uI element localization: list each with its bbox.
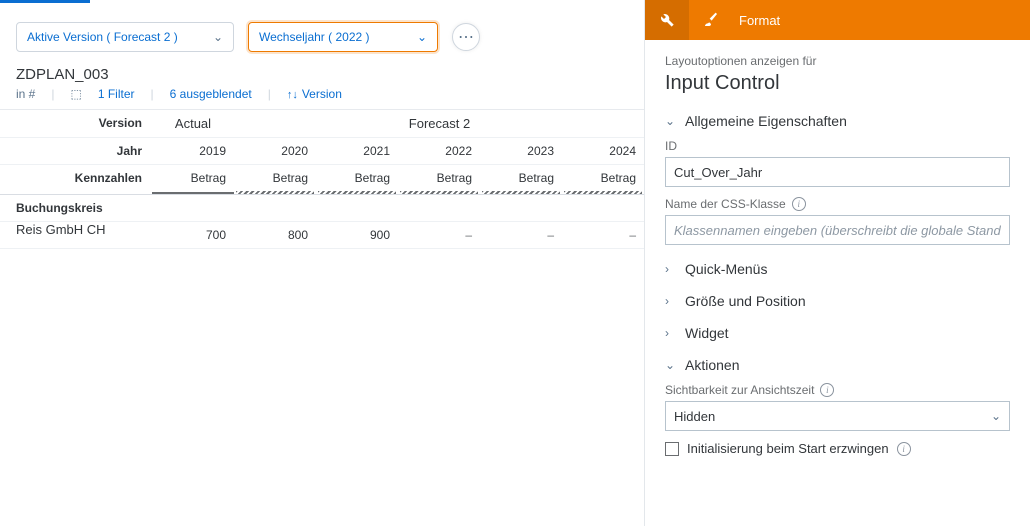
- meta-version-sort[interactable]: ↑↓Version: [287, 87, 342, 101]
- brush-icon: [703, 12, 719, 28]
- tab-tools[interactable]: [645, 0, 689, 40]
- filter-chip-row: Aktive Version ( Forecast 2 ) ⌄ Wechselj…: [0, 22, 645, 52]
- format-label: Format: [739, 13, 780, 28]
- panel-header: Format: [645, 0, 1030, 40]
- control-title: Input Control: [665, 72, 1010, 95]
- init-checkbox-label: Initialisierung beim Start erzwingen: [687, 441, 889, 456]
- section-size-position-header[interactable]: › Größe und Position: [665, 293, 1010, 309]
- grid-header-year: Jahr 2019 2020 2021 2022 2023 2024: [0, 138, 645, 165]
- id-field-label: ID: [665, 139, 1010, 153]
- more-options-button[interactable]: ⋯: [452, 23, 480, 51]
- chevron-down-icon: ⌄: [991, 409, 1001, 423]
- info-icon[interactable]: i: [820, 383, 834, 397]
- css-field-label: Name der CSS-Klasse i: [665, 197, 1010, 211]
- visibility-select-value: Hidden: [674, 409, 715, 424]
- css-class-input[interactable]: [665, 215, 1010, 245]
- chip-switch-year-label: Wechseljahr ( 2022 ): [259, 30, 370, 44]
- grid-header-version-label: Version: [0, 110, 152, 137]
- layout-for-label: Layoutoptionen anzeigen für: [665, 54, 1010, 68]
- dots-icon: ⋯: [458, 27, 474, 47]
- id-input[interactable]: [665, 157, 1010, 187]
- section-size-position: › Größe und Position: [665, 293, 1010, 309]
- designer-panel: Format Layoutoptionen anzeigen für Input…: [645, 0, 1030, 526]
- chevron-down-icon: ⌄: [665, 114, 677, 128]
- chip-active-version-label: Aktive Version ( Forecast 2 ): [27, 30, 178, 44]
- section-general: ⌄ Allgemeine Eigenschaften ID Name der C…: [665, 113, 1010, 245]
- visibility-field-label: Sichtbarkeit zur Ansichtszeit i: [665, 383, 1010, 397]
- grid-header-measures-label: Kennzahlen: [0, 165, 152, 194]
- visibility-select[interactable]: Hidden ⌄: [665, 401, 1010, 431]
- init-checkbox-row: Initialisierung beim Start erzwingen i: [665, 441, 1010, 456]
- table-row: Reis GmbH CH 700 800 900 – – –: [0, 222, 645, 249]
- chip-switch-year[interactable]: Wechseljahr ( 2022 ) ⌄: [248, 22, 438, 52]
- section-general-header[interactable]: ⌄ Allgemeine Eigenschaften: [665, 113, 1010, 129]
- section-quick-menus-header[interactable]: › Quick-Menüs: [665, 261, 1010, 277]
- report-meta-row: in # | ⬚ 1 Filter | 6 ausgeblendet | ↑↓V…: [0, 85, 645, 109]
- chevron-right-icon: ›: [665, 294, 677, 308]
- grid-header-version: Version Actual Forecast 2: [0, 110, 645, 138]
- grid-version-forecast: Forecast 2: [234, 110, 645, 137]
- section-actions-header[interactable]: ⌄ Aktionen: [665, 357, 1010, 373]
- row-name: Reis GmbH CH: [0, 222, 152, 248]
- cube-icon[interactable]: ⬚: [70, 87, 81, 101]
- sort-icon: ↑↓: [287, 89, 298, 101]
- meta-in-label: in #: [16, 87, 35, 101]
- tab-format[interactable]: [689, 0, 733, 40]
- grid-header-measures: Kennzahlen Betrag Betrag Betrag Betrag B…: [0, 165, 645, 195]
- wrench-icon: [659, 12, 675, 28]
- chevron-down-icon: ⌄: [665, 358, 677, 372]
- section-quick-menus: › Quick-Menüs: [665, 261, 1010, 277]
- info-icon[interactable]: i: [897, 442, 911, 456]
- grid-group-label: Buchungskreis: [0, 195, 152, 221]
- grid-header-year-label: Jahr: [0, 138, 152, 164]
- main-area: Aktive Version ( Forecast 2 ) ⌄ Wechselj…: [0, 0, 645, 526]
- chevron-down-icon: ⌄: [417, 30, 427, 44]
- info-icon[interactable]: i: [792, 197, 806, 211]
- panel-body: Layoutoptionen anzeigen für Input Contro…: [645, 40, 1030, 526]
- meta-filter-link[interactable]: 1 Filter: [98, 87, 135, 101]
- report-title: ZDPLAN_003: [0, 52, 645, 85]
- section-actions: ⌄ Aktionen Sichtbarkeit zur Ansichtszeit…: [665, 357, 1010, 456]
- grid-group-buchungskreis: Buchungskreis: [0, 195, 645, 222]
- chevron-right-icon: ›: [665, 326, 677, 340]
- chip-active-version[interactable]: Aktive Version ( Forecast 2 ) ⌄: [16, 22, 234, 52]
- section-widget-header[interactable]: › Widget: [665, 325, 1010, 341]
- data-grid: Version Actual Forecast 2 Jahr 2019 2020…: [0, 109, 645, 249]
- grid-version-actual: Actual: [152, 110, 234, 137]
- chevron-right-icon: ›: [665, 262, 677, 276]
- init-checkbox[interactable]: [665, 442, 679, 456]
- section-widget: › Widget: [665, 325, 1010, 341]
- meta-hidden-link[interactable]: 6 ausgeblendet: [170, 87, 252, 101]
- chevron-down-icon: ⌄: [213, 30, 223, 44]
